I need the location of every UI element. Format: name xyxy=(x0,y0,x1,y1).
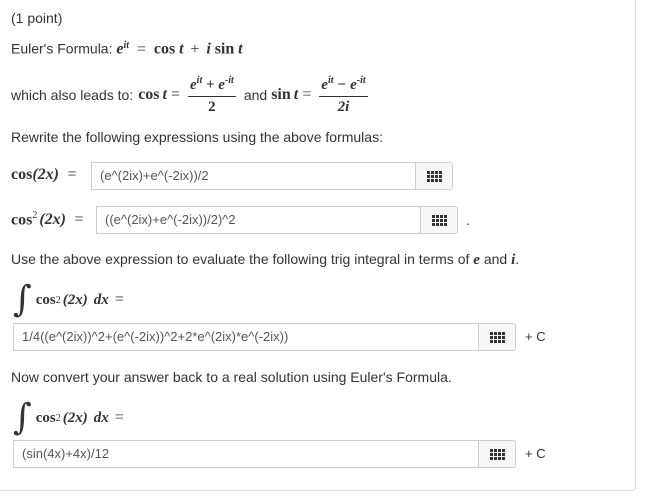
euler-exp: it xyxy=(123,40,130,51)
rewrite-prompt: Rewrite the following expressions using … xyxy=(11,129,383,145)
use-e: e xyxy=(473,252,480,268)
q1-eq: = xyxy=(67,166,77,183)
euler-eq: = xyxy=(136,40,146,58)
q1-label: cos(2x) = xyxy=(11,166,76,184)
euler-plus: + xyxy=(190,40,200,58)
leads-sin: sin xyxy=(271,86,291,103)
q4-plus-c: + C xyxy=(525,446,546,461)
q3-exp: 2 xyxy=(55,294,61,306)
q2-exp: 2 xyxy=(32,210,38,221)
points-label: (1 point) xyxy=(11,10,63,26)
use-and: and xyxy=(483,251,508,267)
leads-label: which also leads to: xyxy=(11,87,134,103)
q3-fn: cos xyxy=(35,291,56,308)
leads-t2: t xyxy=(293,86,299,103)
q2-eq: = xyxy=(74,211,84,229)
q3-dx: dx xyxy=(93,291,109,308)
q4-dx: dx xyxy=(93,409,109,426)
q2-label: cos2 (2x) = xyxy=(11,210,83,229)
integral-sign-icon: ∫ xyxy=(13,279,32,320)
q3-integral: ∫ cos 2 (2x) dx = xyxy=(13,280,124,320)
euler-cos: cos xyxy=(153,40,176,58)
euler-formula-line: Euler's Formula: eit = cos t + i sin t xyxy=(11,40,243,59)
cos-fraction-den: 2 xyxy=(208,98,216,115)
equation-grid-icon xyxy=(431,214,447,226)
q1-arg: (2x) xyxy=(32,166,59,183)
q3-arg: (2x) xyxy=(62,291,88,308)
equation-grid-icon xyxy=(489,448,505,460)
equation-grid-icon xyxy=(489,331,505,343)
q2-arg: (2x) xyxy=(39,211,66,229)
convert-prompt: Now convert your answer back to a real s… xyxy=(11,369,452,385)
leads-eq1: = xyxy=(170,86,180,103)
q4-arg: (2x) xyxy=(62,409,88,426)
use-prompt-text: Use the above expression to evaluate the… xyxy=(11,251,470,267)
q2-fn: cos xyxy=(11,211,33,229)
euler-t2: t xyxy=(238,40,243,58)
problem-panel: (1 point) Euler's Formula: eit = cos t +… xyxy=(0,0,636,491)
q4-eq: = xyxy=(114,409,124,426)
euler-sin: sin xyxy=(214,40,235,58)
q1-fn: cos xyxy=(11,166,33,183)
cos-fraction-num: eit + e-it xyxy=(188,75,236,97)
q2-trailing-period: . xyxy=(466,212,470,228)
q3-answer-input[interactable]: 1/4((e^(2ix))^2+(e^(-2ix))^2+2*e^(2ix)*e… xyxy=(13,323,478,351)
q3-eq: = xyxy=(114,291,124,308)
q3-plus-c: + C xyxy=(525,329,546,344)
q1-equation-editor-button[interactable] xyxy=(415,162,453,190)
sin-fraction-den: 2i xyxy=(337,98,350,115)
cos-fraction: eit + e-it 2 xyxy=(188,75,236,116)
q4-answer-input[interactable]: (sin(4x)+4x)/12 xyxy=(13,440,478,468)
leads-t1: t xyxy=(162,86,167,103)
euler-t1: t xyxy=(179,40,184,58)
integral-sign-icon: ∫ xyxy=(13,397,32,438)
q2-equation-editor-button[interactable] xyxy=(420,206,458,234)
equation-grid-icon xyxy=(426,170,442,182)
euler-label: Euler's Formula: xyxy=(11,40,113,57)
q4-integral: ∫ cos 2 (2x) dx = xyxy=(13,398,124,438)
euler-i: i xyxy=(206,40,211,58)
sin-fraction: eit − e-it 2i xyxy=(319,75,368,116)
q4-exp: 2 xyxy=(55,412,61,424)
leads-eq2: = xyxy=(302,86,312,103)
q1-answer-input[interactable]: (e^(2ix)+e^(-2ix))/2 xyxy=(91,162,415,190)
leads-line: which also leads to: cos t = eit + e-it … xyxy=(11,72,372,118)
q2-answer-input[interactable]: ((e^(2ix)+e^(-2ix))/2)^2 xyxy=(96,206,420,234)
q4-fn: cos xyxy=(35,409,56,426)
use-prompt: Use the above expression to evaluate the… xyxy=(11,251,519,269)
sin-fraction-num: eit − e-it xyxy=(319,75,368,97)
q3-equation-editor-button[interactable] xyxy=(478,323,516,351)
leads-and: and xyxy=(243,87,268,103)
use-end: . xyxy=(515,251,520,267)
q4-equation-editor-button[interactable] xyxy=(478,440,516,468)
leads-cos: cos xyxy=(138,86,160,103)
